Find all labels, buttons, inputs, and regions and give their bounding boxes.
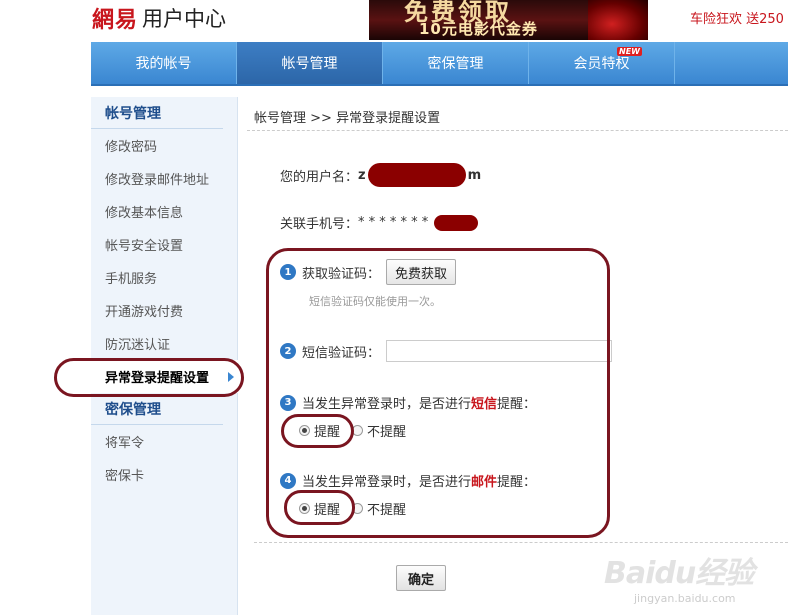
nav-account-management[interactable]: 帐号管理 (237, 42, 383, 84)
page-title: 用户中心 (142, 7, 227, 31)
sidebar-item-anti-addiction[interactable]: 防沉迷认证 (91, 327, 237, 360)
sidebar-item-basic-info[interactable]: 修改基本信息 (91, 195, 237, 228)
divider (247, 130, 788, 131)
sidebar-item-phone-service[interactable]: 手机服务 (91, 261, 237, 294)
baidu-watermark: Baidu经验 jingyan.baidu.com (604, 548, 754, 605)
netease-brand: 網易 (92, 7, 139, 33)
nav-label: 密保管理 (427, 56, 484, 72)
username-prefix: z (358, 167, 366, 183)
sidebar-item-label: 密保卡 (105, 469, 145, 484)
banner-car-image (588, 0, 648, 40)
username-row: 您的用户名： z m (280, 163, 481, 187)
redaction-mark (434, 214, 479, 231)
nav-my-account[interactable]: 我的帐号 (91, 42, 237, 84)
divider (254, 542, 788, 543)
sidebar-section-account: 帐号管理 (91, 97, 223, 129)
nav-label: 会员特权 (573, 56, 630, 72)
username-suffix: m (467, 167, 482, 183)
new-badge: NEW (617, 47, 642, 56)
nav-member-privileges[interactable]: 会员特权 NEW (529, 42, 675, 84)
sidebar-item-security-card[interactable]: 密保卡 (91, 458, 237, 491)
nav-label: 帐号管理 (281, 56, 338, 72)
sidebar-item-change-password[interactable]: 修改密码 (91, 129, 237, 162)
phone-mask: * * * * * * * (358, 215, 429, 230)
breadcrumb-parent-link[interactable]: 帐号管理 (254, 111, 306, 126)
phone-row: 关联手机号： * * * * * * * (280, 213, 479, 232)
redaction-mark (367, 163, 466, 187)
watermark-logo: Baidu经验 (604, 556, 754, 591)
sidebar-item-label: 修改登录邮件地址 (105, 173, 210, 188)
nav-label: 我的帐号 (135, 56, 192, 72)
sidebar-section-security: 密保管理 (91, 393, 223, 425)
main-nav: 我的帐号 帐号管理 密保管理 会员特权 NEW (91, 42, 788, 86)
sidebar-item-label: 修改基本信息 (105, 206, 184, 221)
site-logo[interactable]: 網易 用户中心 (92, 2, 226, 34)
nav-security-management[interactable]: 密保管理 (383, 42, 529, 84)
breadcrumb: 帐号管理 >> 异常登录提醒设置 (254, 107, 440, 126)
sidebar-item-label: 防沉迷认证 (105, 338, 171, 353)
sidebar-item-label: 帐号安全设置 (105, 239, 184, 254)
ad-banner[interactable]: 免费领取 10元电影代金券 (369, 0, 648, 40)
annotation-ring-sidebar (54, 358, 244, 397)
sidebar-item-change-email[interactable]: 修改登录邮件地址 (91, 162, 237, 195)
phone-label: 关联手机号： (280, 217, 359, 232)
confirm-button[interactable]: 确定 (396, 565, 446, 591)
sidebar: 帐号管理 修改密码 修改登录邮件地址 修改基本信息 帐号安全设置 手机服务 开通… (91, 97, 238, 615)
sidebar-item-game-payment[interactable]: 开通游戏付费 (91, 294, 237, 327)
sidebar-item-label: 将军令 (105, 436, 145, 451)
sidebar-item-security-settings[interactable]: 帐号安全设置 (91, 228, 237, 261)
username-label: 您的用户名： (280, 169, 359, 185)
sidebar-item-general-token[interactable]: 将军令 (91, 425, 237, 458)
breadcrumb-current: 异常登录提醒设置 (336, 111, 441, 126)
annotation-ring-sms-remind (281, 414, 354, 448)
watermark-url: jingyan.baidu.com (634, 592, 736, 605)
sidebar-item-label: 开通游戏付费 (105, 305, 184, 320)
banner-line2: 10元电影代金券 (419, 20, 538, 38)
annotation-ring-email-remind (284, 490, 355, 525)
sidebar-item-label: 修改密码 (105, 140, 158, 155)
sidebar-item-label: 手机服务 (105, 272, 158, 287)
promo-link[interactable]: 车险狂欢 送250 (690, 8, 784, 27)
breadcrumb-separator: >> (310, 111, 332, 126)
